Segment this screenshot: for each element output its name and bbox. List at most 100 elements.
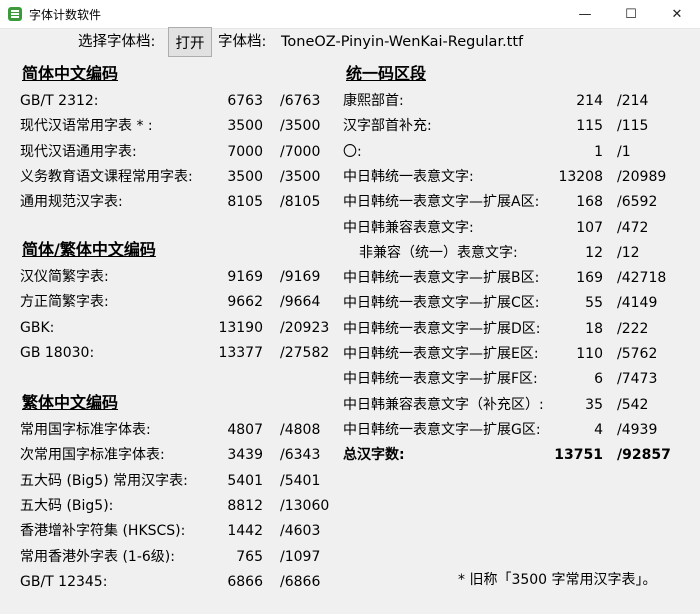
- stat-count: 13377: [218, 344, 263, 361]
- stat-count: 18: [585, 320, 603, 337]
- stat-total: /115: [617, 118, 649, 135]
- stat-label: 中日韩统一表意文字—扩展E区:: [343, 346, 539, 362]
- stat-count: 7000: [227, 143, 263, 160]
- stat-label: 现代汉语通用字表:: [20, 143, 137, 160]
- footnote: * 旧称「3500 字常用汉字表」。: [458, 572, 657, 588]
- app-icon: [8, 7, 22, 21]
- stat-row: 常用香港外字表 (1-6级): 765/1097: [20, 547, 350, 567]
- stat-total: /7000: [280, 143, 321, 160]
- window-title: 字体计数软件: [29, 7, 102, 22]
- stat-total: /472: [617, 219, 649, 236]
- stat-total: /7473: [617, 371, 658, 388]
- stat-count: 110: [576, 346, 603, 362]
- stat-row: GB/T 12345: 6866/6866: [20, 572, 350, 592]
- stat-label: 中日韩统一表意文字—扩展F区:: [343, 371, 538, 388]
- stat-row: 次常用国字标准字体表: 3439/6343: [20, 445, 350, 465]
- stat-row: GB 18030: 13377/27582: [20, 343, 350, 363]
- stat-row: GBK: 13190/20923: [20, 318, 350, 338]
- section-title: 简体中文编码: [22, 64, 119, 83]
- stat-row: 五大码 (Big5) 常用汉字表: 5401/5401: [20, 471, 350, 491]
- stat-row: 汉字部首补充: 115/115: [343, 116, 687, 136]
- stat-label: 香港增补字符集 (HKSCS):: [20, 523, 186, 540]
- stat-total: /6592: [617, 194, 658, 211]
- stat-total: /542: [617, 396, 649, 413]
- stat-label: 中日韩统一表意文字—扩展G区:: [343, 421, 541, 438]
- stat-total: /20923: [280, 319, 330, 336]
- stat-row: 通用规范汉字表: 8105/8105: [20, 192, 350, 212]
- section-title: 统一码区段: [346, 64, 427, 83]
- stat-label: GB 18030:: [20, 344, 95, 361]
- stat-label: 中日韩兼容表意文字:: [343, 219, 474, 236]
- stat-count: 12: [585, 244, 603, 261]
- stat-count: 169: [576, 270, 603, 287]
- stat-label: 中日韩统一表意文字:: [343, 168, 474, 185]
- stat-count: 4807: [227, 422, 263, 438]
- stat-row: 中日韩统一表意文字—扩展D区: 18/222: [343, 319, 687, 339]
- stat-row: GB/T 2312: 6763/6763: [20, 91, 350, 111]
- stat-total: /92857: [617, 447, 671, 464]
- stat-total: /9664: [280, 294, 321, 311]
- stat-count: 765: [236, 548, 263, 565]
- stat-count: 6763: [227, 93, 263, 109]
- maximize-icon[interactable]: ☐: [608, 0, 654, 28]
- stat-row: 非兼容（统一）表意文字: 12/12: [359, 243, 687, 263]
- stat-count: 5401: [227, 472, 263, 489]
- stat-total: /6763: [280, 93, 321, 109]
- stat-total: /222: [617, 320, 649, 337]
- select-font-label: 选择字体档:: [78, 34, 156, 50]
- stat-row: 中日韩统一表意文字—扩展B区: 169/42718: [343, 268, 687, 288]
- stat-label: 总汉字数:: [343, 447, 405, 464]
- stat-row: 中日韩兼容表意文字: 107/472: [343, 218, 687, 238]
- close-icon[interactable]: ✕: [654, 0, 700, 28]
- section-title: 简体/繁体中文编码: [22, 240, 156, 259]
- stat-row: 义务教育语文课程常用字表: 3500/3500: [20, 167, 350, 187]
- stat-total: /4603: [280, 523, 321, 540]
- stat-count: 8105: [227, 194, 263, 211]
- stat-count: 8812: [227, 497, 263, 514]
- stat-label: 中日韩统一表意文字—扩展A区:: [343, 194, 540, 211]
- stat-label: 五大码 (Big5):: [20, 497, 114, 514]
- stat-label: GB/T 2312:: [20, 93, 99, 109]
- stat-total: /42718: [617, 270, 667, 287]
- font-file-name: ToneOZ-Pinyin-WenKai-Regular.ttf: [281, 34, 524, 50]
- stat-total: /12: [617, 244, 640, 261]
- stat-total: /5401: [280, 472, 321, 489]
- stat-count: 3500: [227, 168, 263, 185]
- stat-row: 中日韩统一表意文字—扩展A区: 168/6592: [343, 192, 687, 212]
- stat-total: /4149: [617, 295, 658, 312]
- stat-label: 义务教育语文课程常用字表:: [20, 168, 193, 185]
- stat-row: 〇: 1/1: [343, 142, 687, 162]
- stat-count: 55: [585, 295, 603, 312]
- open-button[interactable]: 打开: [168, 27, 212, 57]
- stat-total: /214: [617, 93, 649, 109]
- stat-label: GBK:: [20, 319, 55, 336]
- stat-total: /4939: [617, 421, 658, 438]
- stat-row: 五大码 (Big5): 8812/13060: [20, 496, 350, 516]
- stat-label: 康熙部首:: [343, 93, 404, 109]
- minimize-icon[interactable]: —: [562, 0, 608, 28]
- stat-total: /8105: [280, 194, 321, 211]
- stat-count: 3500: [227, 118, 263, 135]
- stat-label: 次常用国字标准字体表:: [20, 447, 165, 464]
- stat-total: /13060: [280, 497, 330, 514]
- stat-count: 35: [585, 396, 603, 413]
- stat-count: 13751: [554, 447, 603, 464]
- stat-label: 〇:: [343, 143, 362, 160]
- stat-row: 常用国字标准字体表: 4807/4808: [20, 420, 350, 440]
- title-bar: 字体计数软件 — ☐ ✕: [0, 0, 700, 29]
- window-controls: — ☐ ✕: [562, 0, 700, 28]
- section-title: 繁体中文编码: [22, 393, 119, 412]
- stat-count: 13190: [218, 319, 263, 336]
- stat-total: /27582: [280, 344, 330, 361]
- stat-label: GB/T 12345:: [20, 573, 108, 590]
- stat-row: 中日韩兼容表意文字（补充区）: 35/542: [343, 395, 687, 415]
- stat-total: /4808: [280, 422, 321, 438]
- stat-total: /6343: [280, 447, 321, 464]
- stat-row: 总汉字数: 13751/92857: [343, 445, 687, 465]
- stat-row: 中日韩统一表意文字: 13208/20989: [343, 167, 687, 187]
- stat-count: 107: [576, 219, 603, 236]
- stat-label: 方正简繁字表:: [20, 294, 109, 311]
- stat-label: 常用国字标准字体表:: [20, 422, 151, 438]
- stat-row: 汉仪简繁字表: 9169/9169: [20, 267, 350, 287]
- stat-count: 214: [576, 93, 603, 109]
